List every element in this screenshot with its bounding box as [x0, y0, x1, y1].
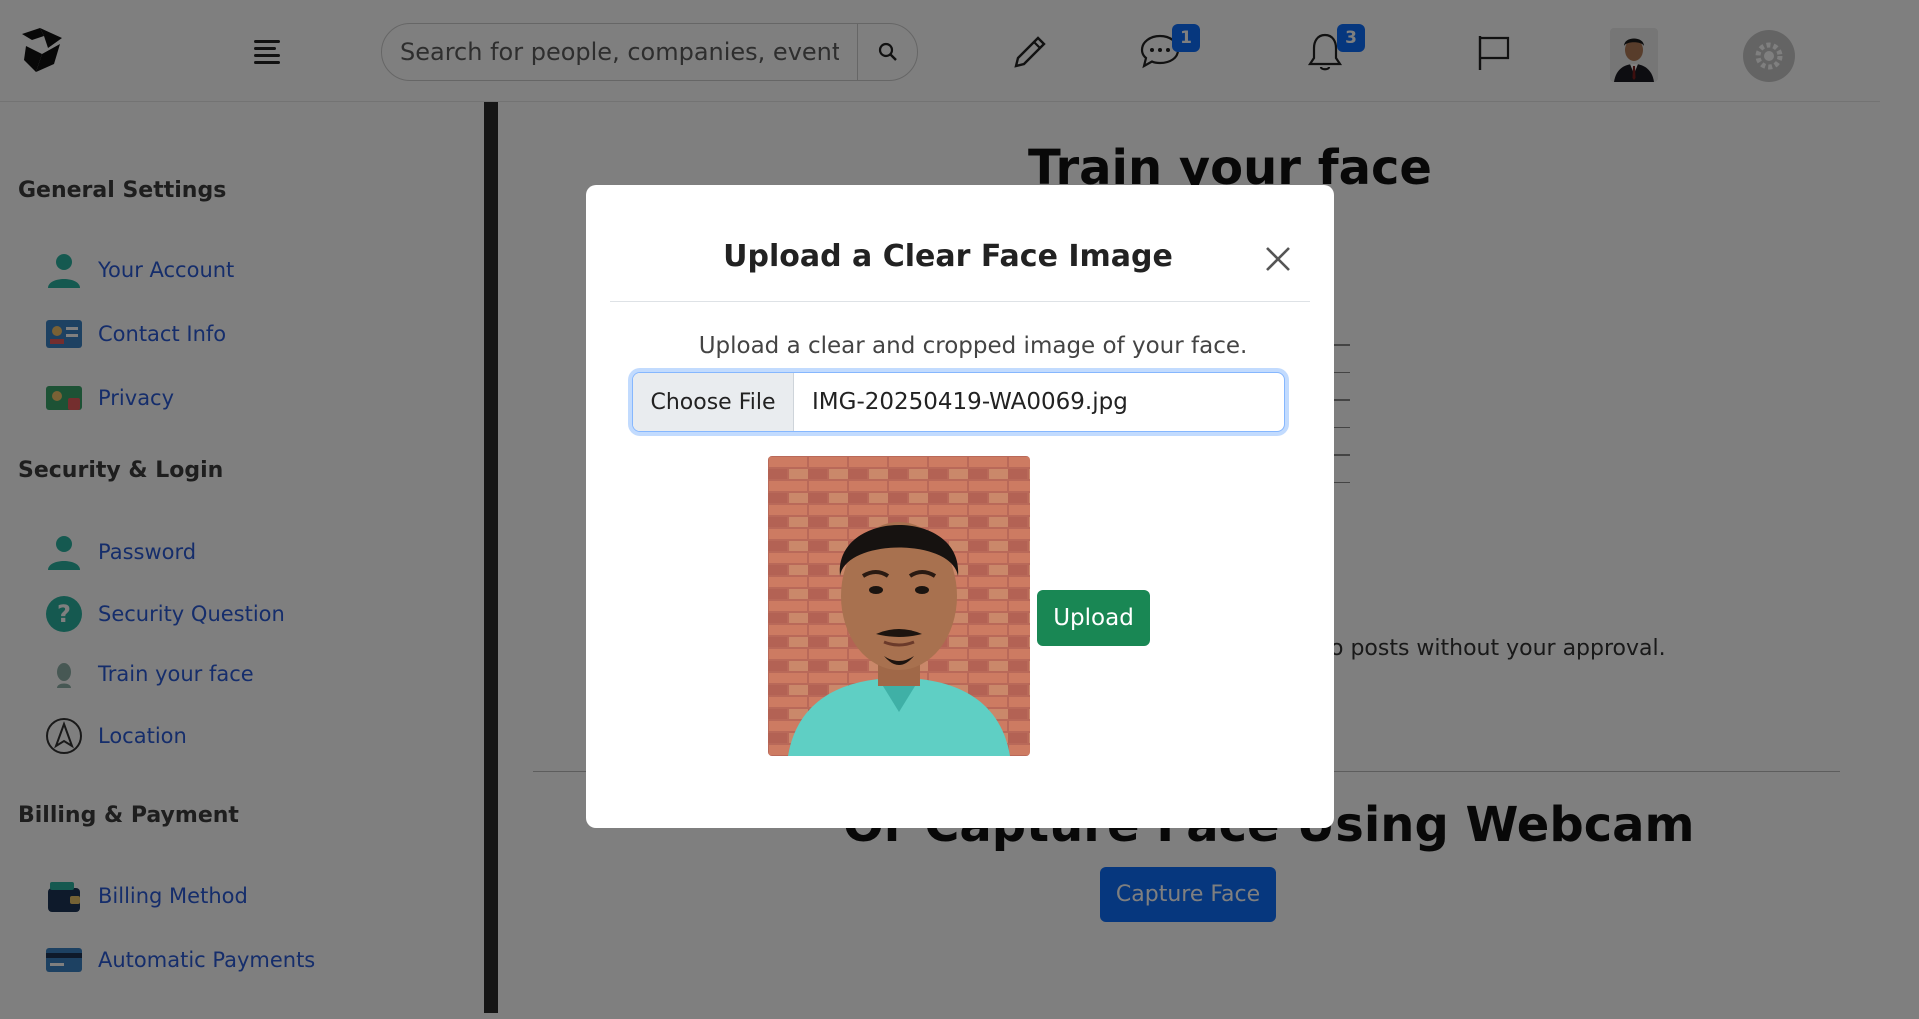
close-button[interactable]: [1258, 239, 1298, 279]
face-image-preview: [768, 456, 1030, 756]
upload-button[interactable]: Upload: [1037, 590, 1150, 646]
modal-description: Upload a clear and cropped image of your…: [698, 333, 1248, 359]
modal-divider: [610, 301, 1310, 302]
selected-file-name: IMG-20250419-WA0069.jpg: [812, 389, 1128, 415]
close-icon: [1266, 247, 1290, 271]
upload-face-modal: Upload a Clear Face Image Upload a clear…: [586, 185, 1334, 828]
choose-file-button[interactable]: Choose File: [633, 373, 794, 431]
file-input[interactable]: Choose File IMG-20250419-WA0069.jpg: [632, 372, 1285, 432]
modal-title: Upload a Clear Face Image: [723, 239, 1173, 274]
